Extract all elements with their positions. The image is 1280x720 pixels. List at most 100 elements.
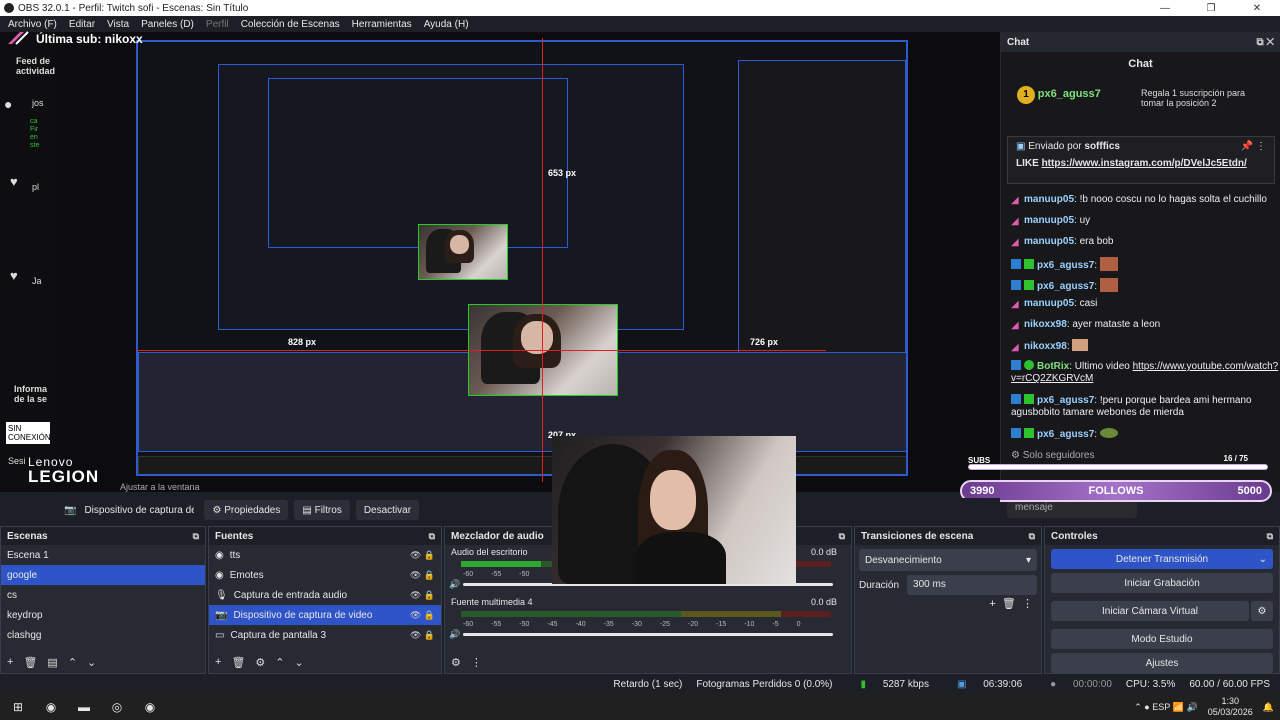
delay-status: Retardo (1 sec) bbox=[613, 678, 683, 690]
chat-message-cont: agusbobito tamare webones de mierda bbox=[1011, 407, 1184, 418]
slash-logo-icon bbox=[8, 31, 29, 45]
menu-editar[interactable]: Editar bbox=[69, 19, 95, 30]
volume-slider[interactable] bbox=[463, 633, 833, 636]
scene-item[interactable]: keydrop bbox=[1, 605, 205, 625]
gear-icon[interactable]: ⚙ bbox=[451, 656, 461, 669]
gear-icon[interactable]: ⚙ bbox=[255, 656, 265, 669]
signal-icon: ▮ bbox=[860, 678, 867, 690]
properties-button[interactable]: ⚙ Propiedades bbox=[204, 500, 289, 520]
chrome-icon[interactable]: ◉ bbox=[36, 696, 66, 718]
filter-icon[interactable]: ▤ bbox=[47, 656, 57, 669]
dock-float-icon[interactable]: ⧉ bbox=[1029, 531, 1035, 542]
windows-start-icon[interactable]: ⊞ bbox=[3, 696, 33, 718]
dock-float-icon[interactable]: ⧉ bbox=[1267, 531, 1273, 542]
menu-perfil[interactable]: Perfil bbox=[206, 19, 229, 30]
trash-icon[interactable]: 🗑 bbox=[231, 656, 245, 669]
down-arrow-icon[interactable]: ⌄ bbox=[295, 656, 304, 669]
channel-name: Fuente multimedia 4 bbox=[451, 597, 533, 607]
filters-button[interactable]: ▤ Filtros bbox=[294, 500, 350, 520]
wifi-icon[interactable]: 📶 bbox=[1173, 702, 1184, 713]
maximize-icon[interactable]: ❐ bbox=[1188, 0, 1234, 16]
webcam-overlay bbox=[552, 436, 796, 584]
chrome-profile-icon[interactable]: ◉ bbox=[135, 696, 165, 718]
duration-input[interactable]: 300 ms bbox=[907, 575, 1037, 595]
menu-herramientas[interactable]: Herramientas bbox=[352, 19, 412, 30]
dock-float-icon[interactable]: ⧉ bbox=[839, 531, 845, 542]
chat-dock: Chat ⧉ ✕ Chat 1 px6_aguss7 Regala 1 susc… bbox=[1000, 32, 1280, 518]
tray-app-icon[interactable]: ● bbox=[1144, 702, 1149, 712]
channel-db: 0.0 dB bbox=[810, 547, 837, 557]
scene-item[interactable]: google bbox=[1, 565, 205, 585]
pin-icon[interactable]: 📌 ⋮ bbox=[1241, 141, 1266, 152]
file-explorer-icon[interactable]: ▬ bbox=[69, 696, 99, 718]
volume-icon[interactable]: 🔊 bbox=[1187, 702, 1198, 713]
gift-user: px6_aguss7 bbox=[1037, 88, 1101, 100]
speaker-icon[interactable]: 🔊 bbox=[449, 629, 460, 640]
close-icon[interactable]: ✕ bbox=[1234, 0, 1280, 16]
nested-obs-window-2 bbox=[268, 78, 568, 248]
visibility-lock-icons: 👁 🔒 bbox=[409, 569, 435, 580]
source-item[interactable]: 📷 Dispositivo de captura de video 👁 🔒 bbox=[209, 605, 441, 625]
menu-archivo[interactable]: Archivo (F) bbox=[8, 19, 57, 30]
chat-dock-title-text: Chat bbox=[1007, 36, 1030, 48]
menu-vista[interactable]: Vista bbox=[107, 19, 129, 30]
stream-time: ▣ 06:39:06 bbox=[956, 678, 1023, 690]
height-measure: 653 px bbox=[548, 168, 577, 178]
more-icon[interactable]: ⋮ bbox=[471, 656, 482, 669]
botrix-link[interactable]: https://www.youtube.com/watch? bbox=[1133, 361, 1279, 372]
stream-icon: ▣ bbox=[956, 678, 967, 690]
adjust-to-window-label[interactable]: Ajustar a la ventana bbox=[120, 482, 200, 492]
trash-icon[interactable]: 🗑 bbox=[23, 656, 37, 669]
menu-paneles[interactable]: Paneles (D) bbox=[141, 19, 194, 30]
source-item[interactable]: 🎙 Captura de entrada audio 👁 🔒 bbox=[209, 585, 441, 605]
scene-item[interactable]: Escena 1 bbox=[1, 545, 205, 565]
language-indicator[interactable]: ESP bbox=[1152, 702, 1170, 712]
dock-float-icon[interactable]: ⧉ bbox=[193, 531, 199, 542]
chevron-up-icon[interactable]: ⌃ bbox=[1134, 702, 1142, 713]
speaker-icon[interactable]: 🔊 bbox=[449, 579, 460, 590]
scene-item[interactable]: cs bbox=[1, 585, 205, 605]
settings-button[interactable]: Ajustes bbox=[1051, 653, 1273, 673]
source-item[interactable]: ▭ Captura de pantalla 3 👁 🔒 bbox=[209, 625, 441, 645]
scene-item[interactable]: clashgg bbox=[1, 625, 205, 645]
minimize-icon[interactable]: — bbox=[1142, 0, 1188, 16]
chat-message: BotRix: Ultimo video https://www.youtube… bbox=[1011, 360, 1278, 372]
stop-stream-button[interactable]: Detener Transmisión ⌄ bbox=[1051, 549, 1273, 569]
source-item[interactable]: ◉ Emotes 👁 🔒 bbox=[209, 565, 441, 585]
pinned-link[interactable]: https://www.instagram.com/p/DVelJc5Etdn/ bbox=[1042, 158, 1247, 169]
dock-float-icon[interactable]: ⧉ bbox=[429, 531, 435, 542]
menu-ayuda[interactable]: Ayuda (H) bbox=[424, 19, 469, 30]
studio-mode-button[interactable]: Modo Estudio bbox=[1051, 629, 1273, 649]
dock-controls-icon[interactable]: ⧉ ✕ bbox=[1256, 37, 1274, 48]
more-icon[interactable]: ⋮ bbox=[1022, 598, 1033, 610]
add-icon[interactable]: + bbox=[215, 656, 221, 669]
sources-toolbar: + 🗑 ⚙ ⌃ ⌄ bbox=[215, 656, 314, 669]
speaker-icon: ◉ bbox=[215, 549, 224, 561]
up-arrow-icon[interactable]: ⌃ bbox=[275, 656, 284, 669]
source-item[interactable]: ◉ tts 👁 🔒 bbox=[209, 545, 441, 565]
fps: 60.00 / 60.00 FPS bbox=[1189, 678, 1270, 690]
selected-source-name: Dispositivo de captura de v bbox=[84, 504, 195, 516]
botrix-link-2[interactable]: v=rCQ2ZKGRVcM bbox=[1011, 373, 1093, 384]
transition-select[interactable]: Desvanecimiento ▾ bbox=[859, 549, 1037, 571]
obs-icon[interactable]: ◎ bbox=[102, 696, 132, 718]
feed-item-2: pl bbox=[32, 182, 40, 192]
scenes-toolbar: + 🗑 ▤ ⌃ ⌄ bbox=[7, 656, 106, 669]
start-recording-button[interactable]: Iniciar Grabación bbox=[1051, 573, 1273, 593]
feed-title: Feed de actividad bbox=[16, 56, 56, 76]
up-arrow-icon[interactable]: ⌃ bbox=[68, 656, 77, 669]
nested-webcam-small bbox=[418, 224, 508, 280]
title-bar: OBS 32.0.1 - Perfil: Twitch sofi - Escen… bbox=[0, 0, 1280, 16]
add-icon[interactable]: + bbox=[7, 656, 13, 669]
virtual-cam-button[interactable]: Iniciar Cámara Virtual bbox=[1051, 601, 1249, 621]
deactivate-button[interactable]: Desactivar bbox=[355, 500, 420, 520]
trash-icon[interactable]: 🗑 bbox=[1002, 598, 1016, 610]
menu-coleccion[interactable]: Colección de Escenas bbox=[241, 19, 340, 30]
add-icon[interactable]: + bbox=[989, 598, 995, 610]
chevron-down-icon: ⌄ bbox=[1258, 553, 1267, 565]
preview-canvas[interactable]: 828 px 653 px 726 px 207 px bbox=[56, 32, 1000, 492]
clock[interactable]: 1:30 05/03/2026 bbox=[1208, 696, 1253, 718]
down-arrow-icon[interactable]: ⌄ bbox=[87, 656, 96, 669]
notification-icon[interactable]: 🔔 bbox=[1263, 702, 1274, 713]
gear-icon[interactable]: ⚙ bbox=[1251, 601, 1273, 621]
